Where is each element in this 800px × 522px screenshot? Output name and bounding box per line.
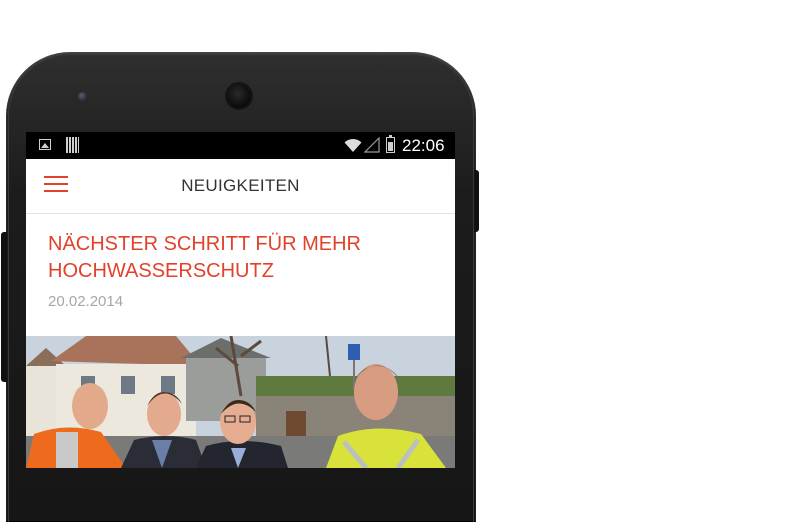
front-camera [227, 84, 251, 108]
app-bar: NEUIGKEITEN [26, 159, 455, 214]
article-date: 20.02.2014 [48, 293, 124, 310]
page-title: NEUIGKEITEN [181, 176, 300, 195]
barcode-notification-icon [66, 137, 79, 153]
battery-icon [386, 135, 395, 153]
article-title-line1: NÄCHSTER SCHRITT FÜR MEHR [48, 233, 361, 255]
article-title[interactable]: NÄCHSTER SCHRITT FÜR MEHR HOCHWASSERSCHU… [48, 231, 438, 285]
status-time: 22:06 [402, 136, 445, 155]
image-notification-icon [39, 139, 51, 150]
status-bar: 22:06 [26, 132, 455, 159]
cell-signal-icon [364, 137, 380, 153]
power-button [474, 170, 479, 232]
wifi-icon [344, 138, 362, 152]
proximity-sensor [78, 92, 87, 101]
article-image[interactable] [26, 336, 455, 468]
phone-screen: 22:06 NEUIGKEITEN NÄCHSTER SCHRITT FÜR M… [26, 132, 455, 468]
volume-button [1, 232, 7, 382]
article-title-line2: HOCHWASSERSCHUTZ [48, 260, 274, 282]
